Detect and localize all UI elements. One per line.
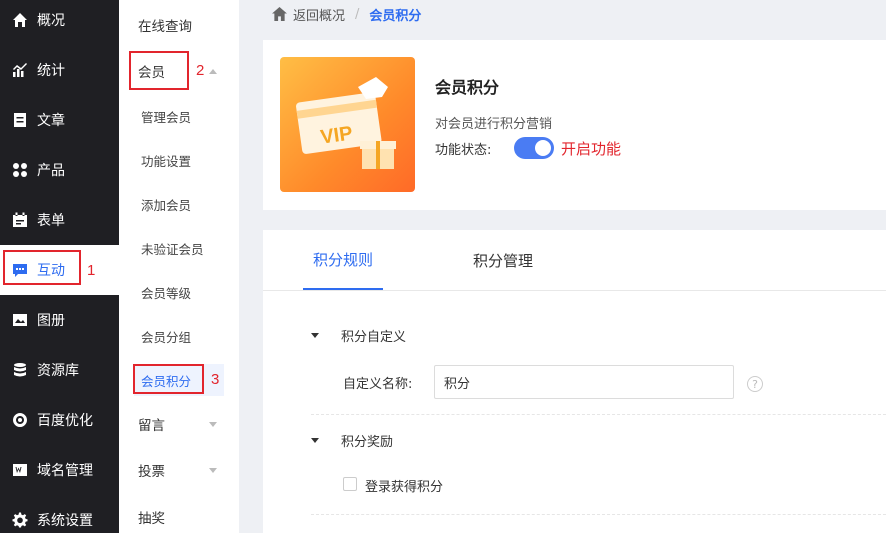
- chart-icon: [12, 62, 28, 78]
- toggle-knob: [535, 140, 551, 156]
- article-icon: [12, 112, 28, 128]
- home-icon: [272, 7, 287, 21]
- breadcrumb: 返回概况 / 会员积分: [272, 0, 421, 28]
- section-points-reward[interactable]: 积分奖励: [311, 431, 393, 450]
- caret-down-icon: [311, 333, 319, 338]
- custom-name-label: 自定义名称:: [343, 377, 413, 392]
- annotation-box-1: [3, 250, 81, 285]
- home-icon: [12, 12, 28, 28]
- breadcrumb-current: 会员积分: [369, 8, 422, 24]
- feature-description: 对会员进行积分营销: [435, 117, 553, 132]
- sidebar-item-resources[interactable]: 资源库: [0, 345, 119, 395]
- chevron-down-icon: [209, 468, 217, 473]
- vip-text: VIP: [319, 122, 354, 148]
- subnav-manage-members[interactable]: 管理会员: [119, 94, 239, 138]
- subnav-member-level[interactable]: 会员等级: [119, 270, 239, 314]
- subnav-vote[interactable]: 投票: [119, 448, 239, 492]
- subnav-messages[interactable]: 留言: [119, 402, 239, 446]
- subnav-lottery[interactable]: 抽奖: [119, 495, 239, 533]
- login-reward-checkbox[interactable]: [343, 477, 357, 491]
- sidebar-item-seo[interactable]: 百度优化: [0, 395, 119, 445]
- database-icon: [12, 362, 28, 378]
- subnav-unverified-members[interactable]: 未验证会员: [119, 226, 239, 270]
- annotation-number-2: 2: [196, 62, 205, 79]
- section-divider: [311, 514, 886, 515]
- feature-toggle[interactable]: [514, 137, 554, 159]
- subnav-add-member[interactable]: 添加会员: [119, 182, 239, 226]
- gear-icon: [12, 512, 28, 528]
- help-icon[interactable]: ?: [747, 376, 763, 392]
- annotation-number-3: 3: [211, 371, 220, 388]
- tab-divider: [263, 290, 886, 291]
- product-icon: [12, 162, 28, 178]
- sidebar-item-stats[interactable]: 统计: [0, 45, 119, 95]
- annotation-box-3: [133, 364, 204, 394]
- tab-points-management[interactable]: 积分管理: [463, 230, 543, 290]
- tab-points-rules[interactable]: 积分规则: [303, 230, 383, 290]
- subnav-feature-settings[interactable]: 功能设置: [119, 138, 239, 182]
- subnav-online-query[interactable]: 在线查询: [119, 3, 239, 47]
- album-icon: [12, 312, 28, 328]
- sidebar-item-domain[interactable]: 域名管理: [0, 445, 119, 495]
- subnav-member-group[interactable]: 会员分组: [119, 314, 239, 358]
- feature-status-text: 开启功能: [561, 140, 622, 158]
- annotation-number-1: 1: [87, 262, 96, 279]
- feature-title: 会员积分: [435, 78, 500, 97]
- feature-status-label: 功能状态:: [435, 143, 492, 158]
- breadcrumb-separator: /: [355, 6, 360, 22]
- sidebar-item-album[interactable]: 图册: [0, 295, 119, 345]
- sidebar-item-article[interactable]: 文章: [0, 95, 119, 145]
- seo-icon: [12, 412, 28, 428]
- section-divider: [311, 414, 886, 415]
- form-icon: [12, 212, 28, 228]
- caret-down-icon: [311, 438, 319, 443]
- vip-illustration-graphic: VIP: [296, 77, 396, 169]
- sidebar-item-product[interactable]: 产品: [0, 145, 119, 195]
- domain-icon: [12, 462, 28, 478]
- annotation-box-2: [129, 51, 189, 90]
- chevron-up-icon: [209, 69, 217, 74]
- section-custom-points[interactable]: 积分自定义: [311, 326, 406, 345]
- sidebar-item-settings[interactable]: 系统设置: [0, 495, 119, 533]
- login-reward-label: 登录获得积分: [365, 480, 444, 495]
- vip-card-illustration: VIP: [280, 57, 415, 192]
- sidebar-item-overview[interactable]: 概况: [0, 0, 119, 45]
- rules-card: 积分规则 积分管理 积分自定义 自定义名称: ? 积分奖励 登录获得积分: [263, 230, 886, 533]
- sidebar-item-form[interactable]: 表单: [0, 195, 119, 245]
- custom-name-input[interactable]: [434, 365, 734, 399]
- feature-card: VIP 会员积分 对会员进行积分营销 功能状态: 开启功能: [263, 40, 886, 210]
- back-to-overview-link[interactable]: 返回概况: [293, 5, 345, 24]
- chevron-down-icon: [209, 422, 217, 427]
